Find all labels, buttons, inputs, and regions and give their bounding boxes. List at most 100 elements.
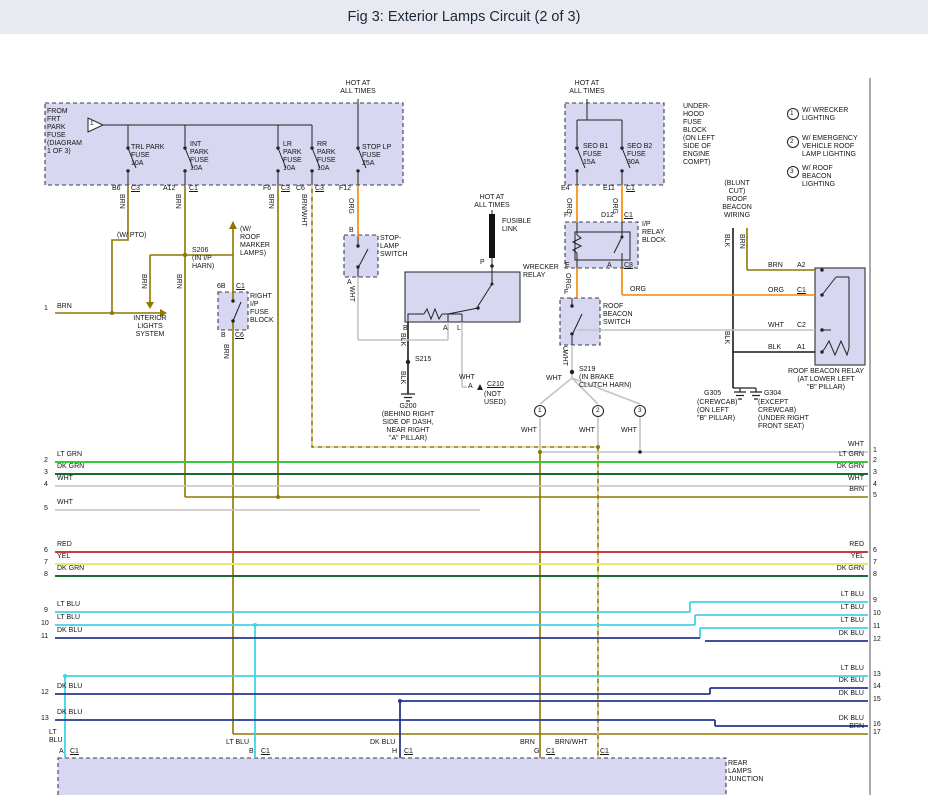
connector-c1: C1 [797,287,806,295]
wire-label-wht: WHT [57,499,73,507]
edge-number-left: 11 [41,633,48,641]
pin-d12: D12 [601,212,614,220]
edge-number-left: 12 [41,689,49,697]
s215-splice-label: S215 [415,356,431,364]
wire-label-org: ORG [768,287,784,295]
pin-b6: B6 [112,185,121,193]
wrecker-relay-pin-p: P [480,259,485,267]
edge-number-left: 13 [41,715,49,723]
wire-label-wht: WHT [347,286,355,302]
wire-label-blk: BLK [398,371,406,384]
wire-label-brn: BRN [57,303,72,311]
wrecker-relay-pin-l: L [457,325,461,333]
wire-label-brn: BRN [117,194,125,209]
wire-label-wht: WHT [546,375,562,383]
wire-label-brn: BRN [824,486,864,494]
wire-label-org: ORG [346,198,354,214]
option-number-1: 1 [538,407,542,414]
edge-number-right: 4 [873,481,877,489]
wrecker-relay-label: WRECKER RELAY [523,264,559,280]
fuse-label-seo-b1: SEO B1 FUSE 15A [583,143,608,167]
legend-number-1: 1 [790,110,794,117]
wire-label-ltgrn: LT GRN [57,451,82,459]
stop-lamp-switch-label: STOP- LAMP SWITCH [380,235,408,259]
roof-beacon-switch-label: ROOF BEACON SWITCH [603,303,633,327]
rear-pin-b: B [249,748,254,756]
stub-label-dkblu: DK BLU [370,739,395,747]
fuse-label-lr-park: LR PARK FUSE 10A [283,141,302,173]
edge-number-left: 6 [44,547,48,555]
hot-at-all-times-right: HOT AT ALL TIMES [565,80,609,96]
edge-number-left: 4 [44,481,48,489]
option-number-2: 2 [596,407,600,414]
fuse-label-seo-b2: SEO B2 FUSE 30A [627,143,652,167]
edge-number-right: 17 [873,729,881,737]
wire-label-org: ORG [563,273,571,289]
edge-number-right: 3 [873,469,877,477]
wire-label-dkblu: DK BLU [824,630,864,638]
connector-c3: C3 [315,185,324,193]
hot-at-all-times-left: HOT AT ALL TIMES [336,80,380,96]
wire-label-blk: BLK [398,333,406,346]
g304-ground-note: (EXCEPT CREWCAB) (UNDER RIGHT FRONT SEAT… [758,399,809,431]
c210-not-used-note: (NOT USED) [484,391,506,407]
wire-label-brn: BRN [221,344,229,359]
edge-number-right: 9 [873,597,877,605]
g304-ground-label: G304 [764,390,781,398]
stop-switch-pin-b: B [349,227,354,235]
blunt-cut-note: (BLUNT CUT) ROOF BEACON WIRING [716,180,758,220]
legend-label-roof-beacon: W/ ROOF BEACON LIGHTING [802,165,835,189]
edge-number-left: 9 [44,607,48,615]
wire-label-wht: WHT [621,427,637,435]
roof-marker-note: (W/ ROOF MARKER LAMPS) [240,226,270,258]
legend-number-3: 3 [790,168,794,175]
edge-number-right: 6 [873,547,877,555]
connector-c1: C1 [189,185,198,193]
wiring-diagram-canvas [0,0,928,795]
pin-f7: F7 [564,212,572,220]
wire-label-ltblu: LT BLU [824,617,864,625]
rear-lamps-junction-label: REAR LAMPS JUNCTION [728,760,763,784]
dkblu-wires [55,638,868,758]
stub-label-ltblu: LT BLU [226,739,249,747]
fuse-label-trl-park: TRL PARK FUSE 10A [131,144,164,168]
connector-c1: C1 [626,185,635,193]
connector-c210: C210 [487,381,504,389]
edge-number-right: 15 [873,696,881,704]
wire-label-red: RED [57,541,72,549]
wire-label-brn: BRN [266,194,274,209]
edge-number-right: 14 [873,683,881,691]
stop-lamp-switch-box [344,235,378,277]
wire-label-dkblu: DK BLU [824,677,864,685]
c210-connector-symbol [477,384,483,390]
wire-label-brnwht: BRN/WHT [299,194,307,227]
stop-switch-pin-a: A [347,279,352,287]
edge-number-right: 10 [873,610,881,618]
edge-number-right: 1 [873,447,877,455]
wire-label-blk: BLK [768,344,781,352]
pin-b: B [221,332,226,340]
wire-label-brn: BRN [824,723,864,731]
wire-label-ltblu: LT BLU [57,614,80,622]
pin-f: F [564,289,568,297]
fuse-label-int-park: INT PARK FUSE 10A [190,141,209,173]
edge-number-right: 8 [873,571,877,579]
g305-ground-note: (CREWCAB) (ON LEFT "B" PILLAR) [697,399,737,423]
connector-c1: C1 [546,748,555,756]
underhood-fuse-block-left [45,103,403,185]
legend-label-wrecker: W/ WRECKER LIGHTING [802,107,848,123]
legend-number-2: 2 [790,138,794,145]
wire-label-wht: WHT [579,427,595,435]
wire-label-yel: YEL [57,553,70,561]
wire-label-blk: BLK [722,234,730,247]
pin-e: E [565,262,570,270]
edge-number-right: 7 [873,559,877,567]
pin-f12: F12 [339,185,351,193]
edge-number-right: 11 [873,623,880,631]
c210-pin-a: A [468,383,473,391]
wpto-note: (W/ PTO) [117,232,146,240]
pin-e4: E4 [561,185,570,193]
connector-c8: C8 [624,262,633,270]
roof-beacon-relay-label: ROOF BEACON RELAY (AT LOWER LEFT "B" PIL… [784,368,868,392]
pin-e11: E11 [603,185,615,193]
